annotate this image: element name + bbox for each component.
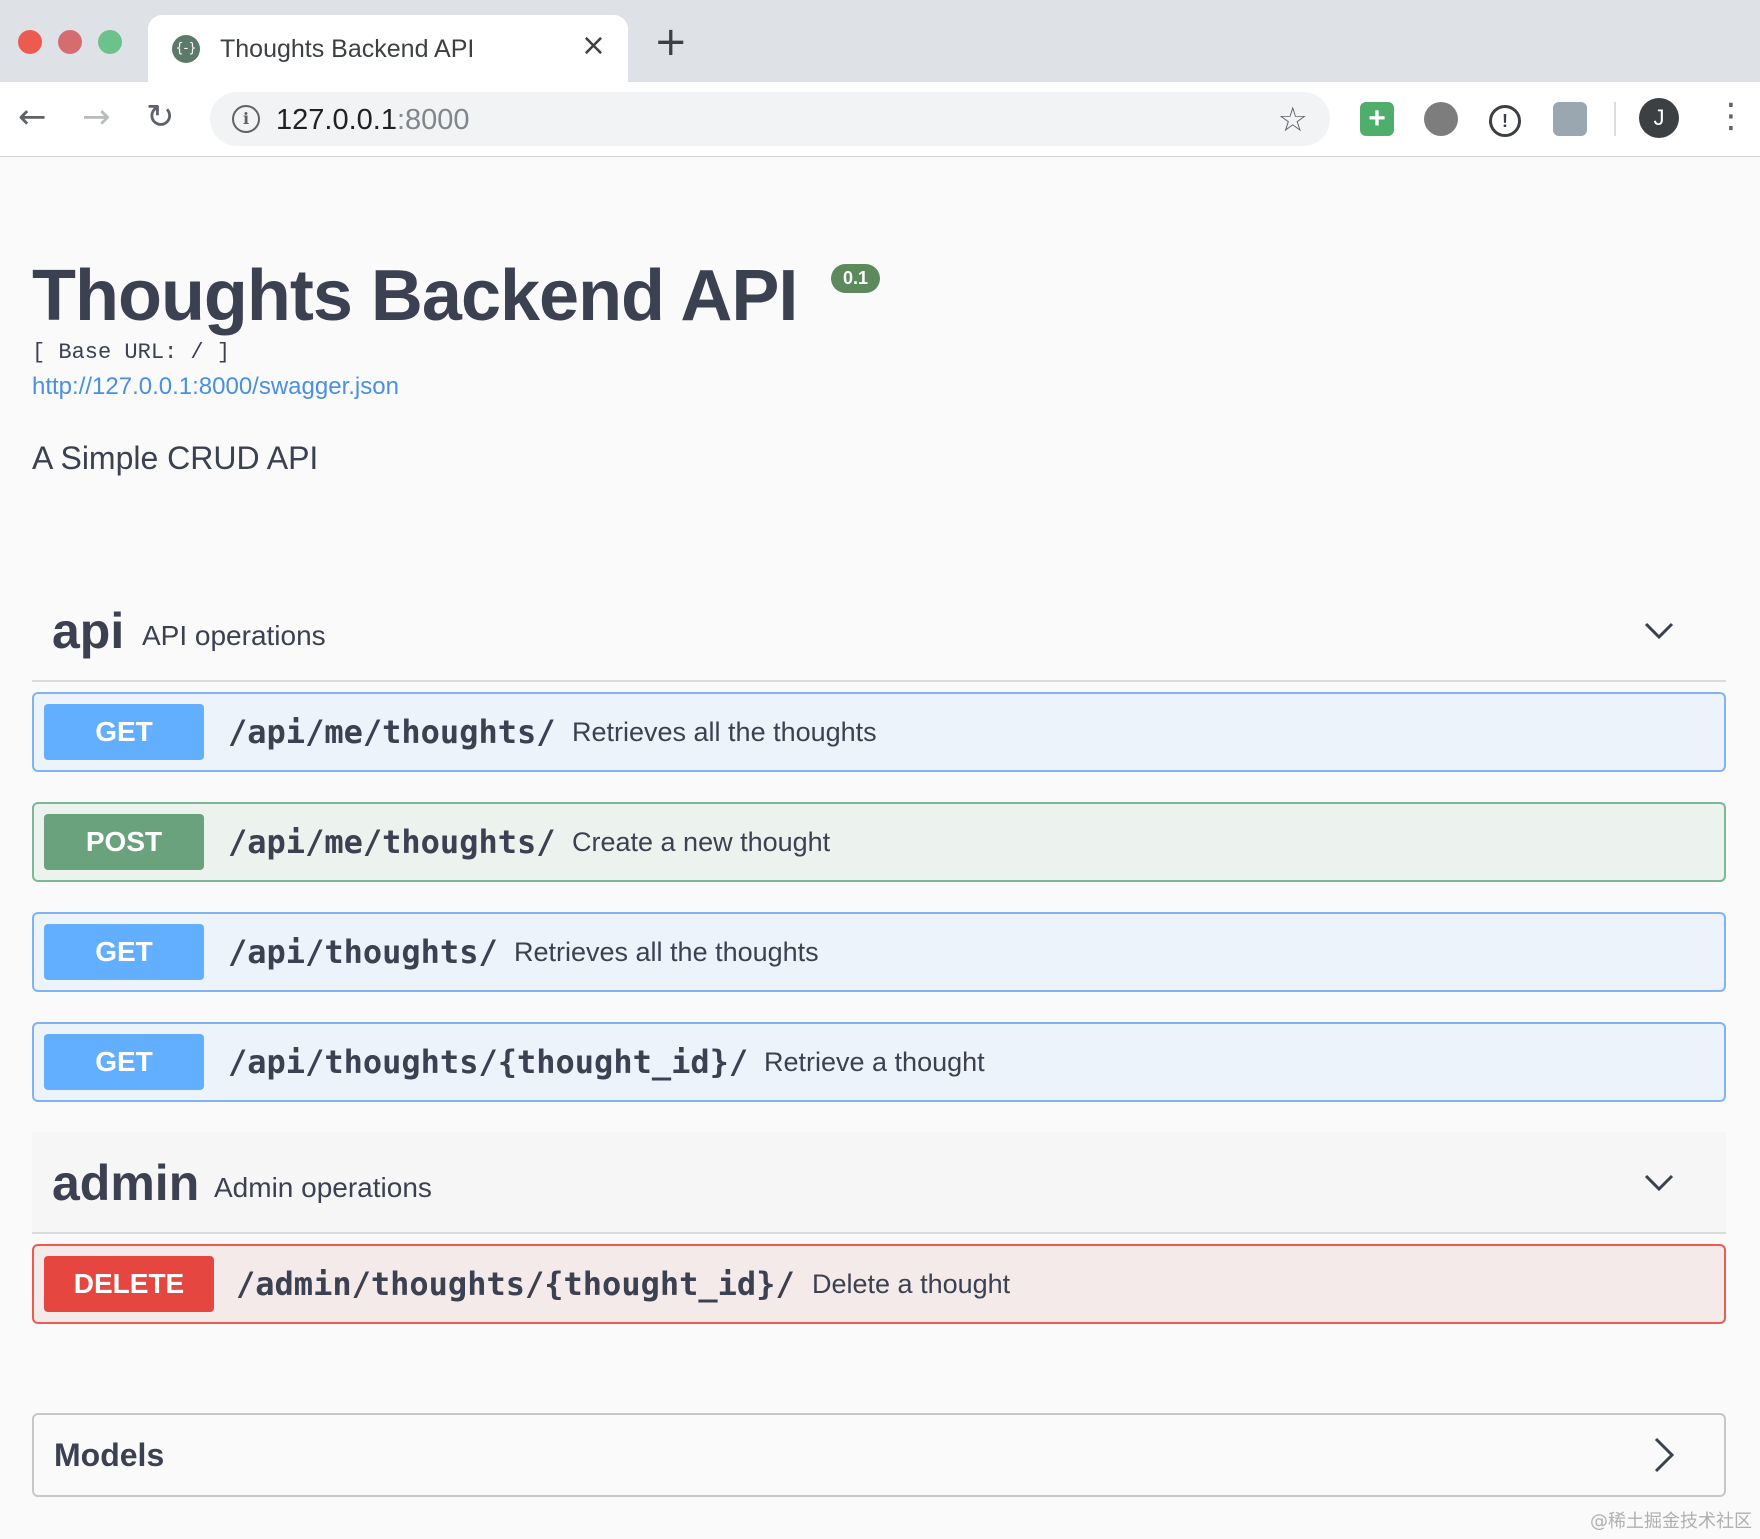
operation-summary: Retrieves all the thoughts bbox=[514, 937, 819, 967]
watermark: @稀土掘金技术社区 bbox=[1590, 1511, 1752, 1532]
operation-path: /admin/thoughts/{thought_id}/ bbox=[236, 1265, 795, 1303]
close-tab-icon[interactable]: × bbox=[581, 31, 606, 61]
tag-header-admin[interactable]: admin Admin operations bbox=[32, 1132, 1726, 1234]
tag-name: api bbox=[52, 603, 125, 659]
minimize-window-button[interactable] bbox=[58, 30, 82, 54]
profile-avatar[interactable]: J bbox=[1639, 98, 1679, 138]
operation-get-me-thoughts[interactable]: GET /api/me/thoughts/ Retrieves all the … bbox=[32, 692, 1726, 772]
tag-description: Admin operations bbox=[214, 1172, 432, 1203]
operation-summary: Retrieve a thought bbox=[764, 1047, 985, 1077]
chevron-down-icon[interactable] bbox=[1644, 1168, 1674, 1198]
api-description: A Simple CRUD API bbox=[32, 440, 319, 476]
address-bar[interactable]: i 127.0.0.1:8000 ☆ bbox=[210, 92, 1330, 146]
operation-delete-thought[interactable]: DELETE /admin/thoughts/{thought_id}/ Del… bbox=[32, 1244, 1726, 1324]
operation-post-me-thoughts[interactable]: POST /api/me/thoughts/ Create a new thou… bbox=[32, 802, 1726, 882]
reload-icon[interactable]: ↻ bbox=[146, 100, 175, 134]
tag-name: admin bbox=[52, 1155, 200, 1211]
bookmark-star-icon[interactable]: ☆ bbox=[1278, 100, 1308, 140]
operation-path: /api/me/thoughts/ bbox=[228, 823, 556, 861]
browser-toolbar: ← → ↻ i 127.0.0.1:8000 ☆ + ! J ⋮ bbox=[0, 82, 1760, 157]
operation-summary: Delete a thought bbox=[812, 1269, 1011, 1299]
method-badge: POST bbox=[44, 814, 204, 870]
tag-description: API operations bbox=[142, 620, 326, 651]
method-badge: GET bbox=[44, 924, 204, 980]
operation-summary: Create a new thought bbox=[572, 827, 831, 857]
new-tab-icon[interactable]: + bbox=[654, 22, 688, 62]
models-section[interactable]: Models bbox=[32, 1413, 1726, 1497]
operation-path: /api/thoughts/{thought_id}/ bbox=[228, 1043, 749, 1081]
operation-get-thoughts[interactable]: GET /api/thoughts/ Retrieves all the tho… bbox=[32, 912, 1726, 992]
forward-arrow-icon[interactable]: → bbox=[82, 100, 111, 134]
tab-title: Thoughts Backend API bbox=[220, 35, 475, 63]
operation-path: /api/thoughts/ bbox=[228, 933, 498, 971]
browser-menu-icon[interactable]: ⋮ bbox=[1714, 96, 1748, 136]
extension-password-icon[interactable]: ! bbox=[1489, 105, 1521, 137]
swagger-json-link[interactable]: http://127.0.0.1:8000/swagger.json bbox=[32, 373, 399, 401]
browser-tab-bar: {-} Thoughts Backend API × + bbox=[0, 0, 1760, 82]
toolbar-divider bbox=[1614, 102, 1616, 136]
swagger-favicon-icon: {-} bbox=[172, 35, 200, 63]
method-badge: GET bbox=[44, 1034, 204, 1090]
chevron-down-icon[interactable] bbox=[1644, 616, 1674, 646]
back-arrow-icon[interactable]: ← bbox=[18, 100, 47, 134]
operation-summary: Retrieves all the thoughts bbox=[572, 717, 877, 747]
close-window-button[interactable] bbox=[18, 30, 42, 54]
extension-film-reel-icon[interactable] bbox=[1424, 102, 1458, 136]
chevron-right-icon[interactable] bbox=[1652, 1437, 1676, 1473]
browser-tab[interactable]: {-} Thoughts Backend API × bbox=[148, 15, 628, 82]
page-title: Thoughts Backend API bbox=[32, 256, 798, 336]
extension-green-plus-icon[interactable]: + bbox=[1360, 102, 1394, 136]
url-port: :8000 bbox=[396, 104, 470, 136]
maximize-window-button[interactable] bbox=[98, 30, 122, 54]
url-host: 127.0.0.1 bbox=[276, 104, 397, 136]
url-text[interactable]: 127.0.0.1:8000 bbox=[276, 104, 470, 137]
method-badge: GET bbox=[44, 704, 204, 760]
version-badge: 0.1 bbox=[831, 264, 881, 293]
operation-path: /api/me/thoughts/ bbox=[228, 713, 556, 751]
base-url: [ Base URL: / ] bbox=[32, 340, 231, 365]
operation-get-thought-by-id[interactable]: GET /api/thoughts/{thought_id}/ Retrieve… bbox=[32, 1022, 1726, 1102]
tag-header-api[interactable]: api API operations bbox=[32, 580, 1726, 682]
extension-robot-icon[interactable] bbox=[1553, 102, 1587, 136]
method-badge: DELETE bbox=[44, 1256, 214, 1312]
models-title: Models bbox=[54, 1437, 165, 1473]
site-info-icon[interactable]: i bbox=[232, 105, 260, 133]
